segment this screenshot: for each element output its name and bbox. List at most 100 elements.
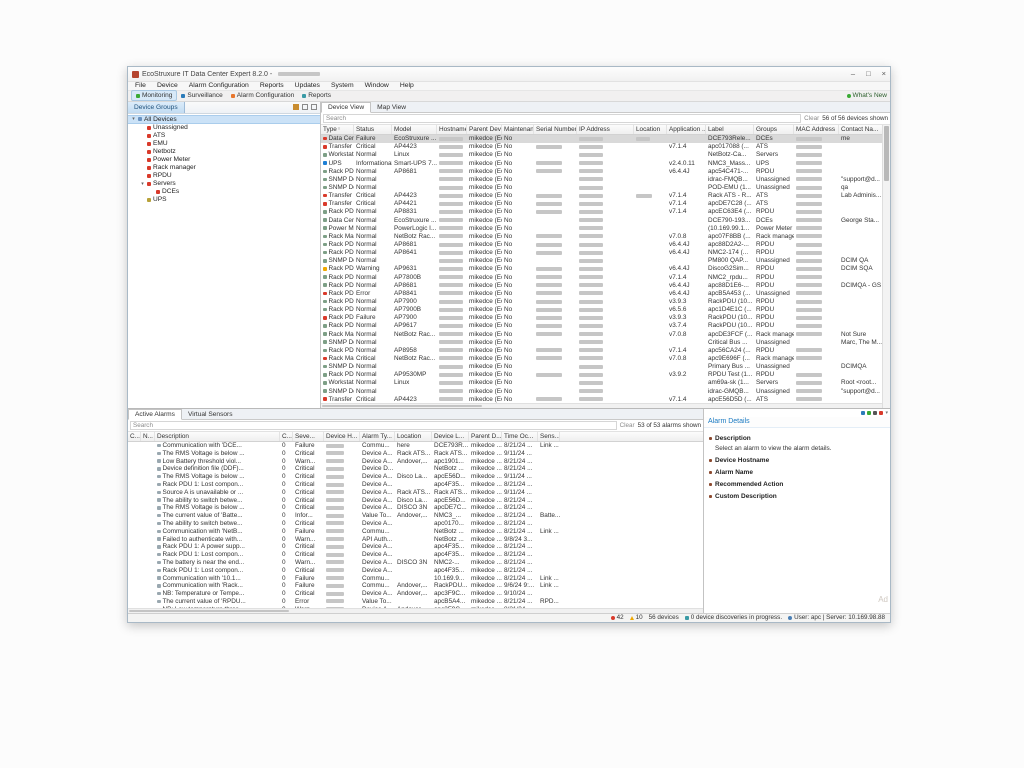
maximize-panel-icon[interactable] [311, 104, 317, 110]
tree-item-ats[interactable]: ATS [128, 132, 320, 140]
column-header[interactable]: Application ... [667, 125, 706, 134]
device-row[interactable]: Rack PDUWarningAP9631mikedce (Ec...Nov6.… [321, 265, 882, 273]
device-row[interactable]: Transfer SwiCriticalAP4423mikedce (Ec...… [321, 395, 882, 403]
device-row[interactable]: Transfer SwiCriticalAP4423mikedce (Ec...… [321, 143, 882, 151]
column-header[interactable]: Serial Number [534, 125, 577, 134]
tab-map-view[interactable]: Map View [371, 103, 412, 112]
tree-twisty-icon[interactable]: ▾ [131, 116, 136, 122]
device-table-hscrollbar[interactable] [321, 403, 882, 408]
device-row[interactable]: Rack PDUNormalAP8641mikedce (Ec...Nov6.4… [321, 249, 882, 257]
menu-system[interactable]: System [331, 82, 354, 89]
details-menu-icon[interactable]: ▾ [885, 410, 888, 416]
column-header[interactable]: Groups [754, 125, 794, 134]
device-row[interactable]: Rack PDUNormalAP8681mikedce (Ec...Nov6.4… [321, 240, 882, 248]
alarm-row[interactable]: The RMS Voltage is below ...0CriticalDev… [128, 473, 703, 481]
column-header[interactable]: Device H... [324, 432, 360, 441]
alarm-row[interactable]: The battery is near the end...0Warn...De… [128, 559, 703, 567]
device-groups-tab[interactable]: Device Groups [128, 102, 185, 113]
column-header[interactable]: Type▿ [321, 125, 354, 134]
device-row[interactable]: SNMP DeviNormalmikedce (Ec...NoPOD-EMU (… [321, 183, 882, 191]
alarm-row[interactable]: Rack PDU 1: Lost compon...0CriticalDevic… [128, 566, 703, 574]
maximize-button[interactable]: □ [866, 67, 871, 81]
device-row[interactable]: WorkstationNormalLinuxmikedce (Ec...NoNe… [321, 151, 882, 159]
device-row[interactable]: Rack ManagCriticalNetBotz Rac...mikedce … [321, 354, 882, 362]
alarm-clear-link[interactable]: Clear [620, 422, 635, 429]
device-row[interactable]: Rack PDUErrorAP8841mikedce (Ec...Nov6.4.… [321, 289, 882, 297]
device-row[interactable]: Rack ManagNormalNetBotz Rac...mikedce (E… [321, 330, 882, 338]
device-search-input[interactable] [323, 114, 801, 123]
menu-reports[interactable]: Reports [260, 82, 284, 89]
alarm-row[interactable]: The RMS Voltage is below ...0CriticalDev… [128, 449, 703, 457]
alarm-row[interactable]: Communication with 'Rack...0FailureCommu… [128, 582, 703, 590]
column-header[interactable]: Hostname [437, 125, 467, 134]
column-header[interactable]: C... [128, 432, 141, 441]
alarm-search-input[interactable] [130, 421, 617, 430]
details-toolbar-icon[interactable] [867, 411, 871, 415]
device-row[interactable]: Rack PDUNormalAP8958mikedce (Ec...Nov7.1… [321, 346, 882, 354]
column-header[interactable]: Location [395, 432, 432, 441]
column-header[interactable]: Model [392, 125, 437, 134]
device-row[interactable]: Rack PDUNormalAP7800Bmikedce (Ec...Nov7.… [321, 273, 882, 281]
whats-new-link[interactable]: What's New [847, 92, 887, 99]
device-row[interactable]: SNMP DeviNormalmikedce (Ec...NoCritical … [321, 338, 882, 346]
device-row[interactable]: Rack ManagNormalNetBotz Rac...mikedce (E… [321, 232, 882, 240]
device-row[interactable]: Rack PDUNormalAP9617mikedce (Ec...Nov3.7… [321, 322, 882, 330]
alarm-row[interactable]: The current value of 'RPDU...0ErrorValue… [128, 598, 703, 606]
column-header[interactable]: Alarm Ty... [360, 432, 395, 441]
device-row[interactable]: Rack PDUNormalAP7900Bmikedce (Ec...Nov6.… [321, 306, 882, 314]
alarm-row[interactable]: Device definition file (DDF)...0Critical… [128, 465, 703, 473]
view-menu-icon[interactable] [293, 104, 299, 110]
column-header[interactable]: C... [280, 432, 293, 441]
alarm-table-hscrollbar[interactable] [128, 608, 703, 613]
column-header[interactable]: Device L... [432, 432, 469, 441]
tree-item-power-meter[interactable]: Power Meter [128, 156, 320, 164]
device-row[interactable]: Rack PDUFailureAP7900mikedce (Ec...Nov3.… [321, 314, 882, 322]
tree-item-all-devices[interactable]: ▾All Devices [128, 115, 320, 124]
menu-file[interactable]: File [135, 82, 146, 89]
device-row[interactable]: Transfer SwiCriticalAP4421mikedce (Ec...… [321, 200, 882, 208]
device-row[interactable]: Rack PDUNormalAP9530MPmikedce (Ec...Nov3… [321, 371, 882, 379]
tree-item-unassigned[interactable]: Unassigned [128, 124, 320, 132]
device-row[interactable]: Rack PDUNormalAP8681mikedce (Ec...Nov6.4… [321, 281, 882, 289]
device-row[interactable]: SNMP DeviNormalmikedce (Ec...Noidrac-FMQ… [321, 175, 882, 183]
perspective-tab-alarm-configuration[interactable]: Alarm Configuration [227, 91, 298, 100]
menu-alarm-configuration[interactable]: Alarm Configuration [189, 82, 249, 89]
menu-updates[interactable]: Updates [295, 82, 320, 89]
alarm-row[interactable]: Communication with 'DCE...0FailureCommu.… [128, 442, 703, 450]
perspective-tab-surveillance[interactable]: Surveillance [177, 91, 226, 100]
column-header[interactable]: MAC Address [794, 125, 839, 134]
tree-twisty-icon[interactable]: ▾ [140, 181, 145, 187]
tree-item-netbotz[interactable]: Netbotz [128, 148, 320, 156]
tree-item-servers[interactable]: ▾Servers [128, 180, 320, 188]
column-header[interactable]: Parent D... [469, 432, 502, 441]
column-header[interactable]: IP Address [577, 125, 634, 134]
device-row[interactable]: SNMP DeviNormalmikedce (Ec...Noidrac-GMQ… [321, 387, 882, 395]
column-header[interactable]: Label [706, 125, 754, 134]
alarm-row[interactable]: Rack PDU 1: A power supp...0CriticalDevi… [128, 543, 703, 551]
device-row[interactable]: Transfer SwiCriticalAP4423mikedce (Ec...… [321, 192, 882, 200]
tab-active-alarms[interactable]: Active Alarms [128, 409, 182, 420]
column-header[interactable]: N... [141, 432, 155, 441]
device-row[interactable]: SNMP DeviNormalmikedce (Ec...NoPM800 QAP… [321, 257, 882, 265]
details-toolbar-icon[interactable] [879, 411, 883, 415]
column-header[interactable]: Time Oc... [502, 432, 538, 441]
minimize-panel-icon[interactable] [302, 104, 308, 110]
column-header[interactable]: Seve... [293, 432, 324, 441]
alarm-row[interactable]: Communication with '10.1...0FailureCommu… [128, 574, 703, 582]
device-row[interactable]: Data CenterNormalEcoStruxure ...mikedce … [321, 216, 882, 224]
menu-window[interactable]: Window [365, 82, 389, 89]
tree-item-rpdu[interactable]: RPDU [128, 172, 320, 180]
tree-item-rack-manager[interactable]: Rack manager [128, 164, 320, 172]
warning-alarm-count[interactable]: 10 [630, 614, 643, 621]
alarm-row[interactable]: Rack PDU 1: Lost compon...0CriticalDevic… [128, 551, 703, 559]
menu-device[interactable]: Device [157, 82, 178, 89]
minimize-button[interactable]: – [851, 67, 855, 81]
alarm-row[interactable]: NB: Temperature or Tempe...0CriticalDevi… [128, 590, 703, 598]
tree-item-dces[interactable]: DCEs [128, 188, 320, 196]
device-row[interactable]: SNMP DeviNormalmikedce (Ec...NoPrimary B… [321, 363, 882, 371]
alarm-row[interactable]: Rack PDU 1: Lost compon...0CriticalDevic… [128, 481, 703, 489]
column-header[interactable]: Parent Device [467, 125, 502, 134]
perspective-tab-reports[interactable]: Reports [298, 91, 335, 100]
device-clear-link[interactable]: Clear [804, 115, 819, 122]
tab-virtual-sensors[interactable]: Virtual Sensors [182, 410, 239, 419]
